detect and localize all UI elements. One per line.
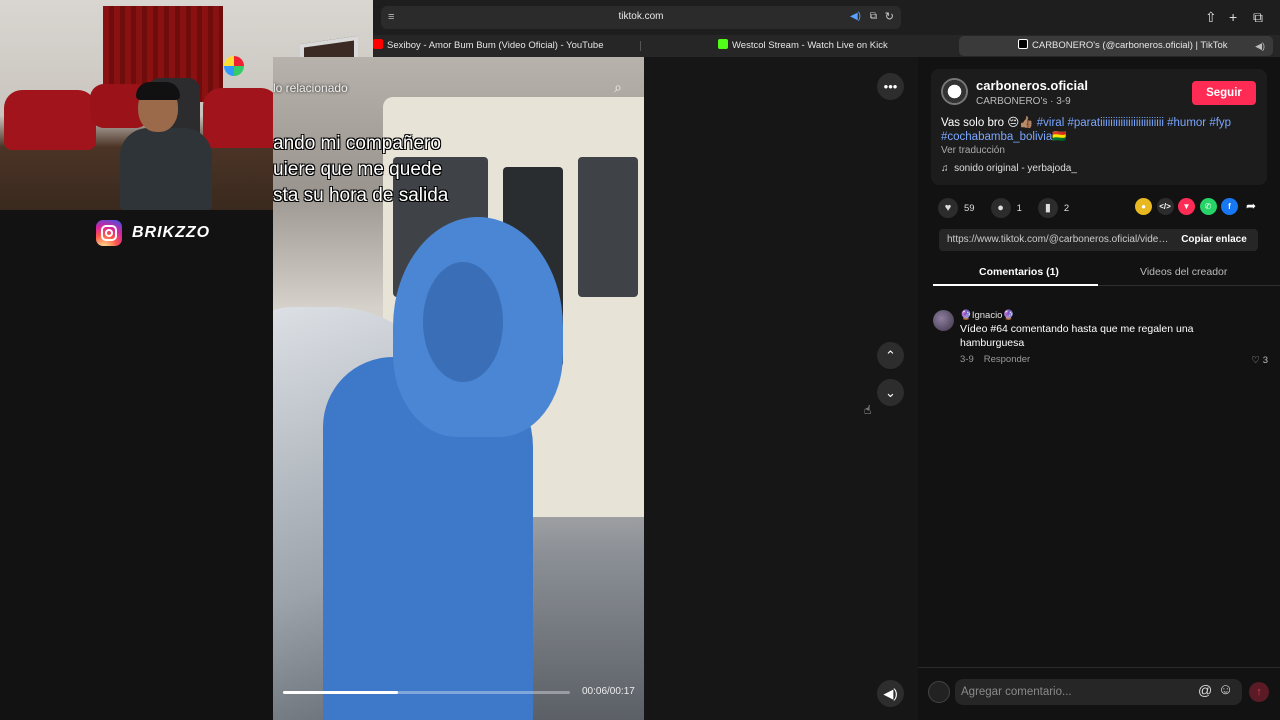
share-arrow-icon[interactable]: ➦ [1243,198,1260,215]
post-link[interactable]: https://www.tiktok.com/@carboneros.ofici… [947,234,1169,245]
tab-creator-videos[interactable]: Videos del creador [1140,266,1227,278]
caption-line: uiere que me quede [273,159,443,180]
video-player[interactable]: lo relacionado ⌕ ando mi compañero uiere… [273,57,644,720]
instagram-brand: BRIKZZO [96,219,210,247]
hashtags[interactable]: #viral #paratiiiiiiiiiiiiiiiiiiiiiiiii #… [1037,117,1231,129]
search-icon[interactable]: ⌕ [614,79,622,96]
sofa-left [4,90,96,150]
tab-tiktok[interactable]: CARBONERO's (@carboneros.oficial) | TikT… [959,36,1273,56]
post-description: Vas solo bro 😔👍🏽 #viral #paratiiiiiiiiii… [941,116,1261,144]
streamer [120,82,212,210]
creator-username[interactable]: carboneros.oficial [976,78,1088,93]
reload-icon[interactable]: ↻ [885,10,894,23]
sound-link[interactable]: ♫ sonido original - yerbajoda_ [941,163,1077,174]
instagram-icon [96,220,122,246]
tab-comments[interactable]: Comentarios (1) [979,266,1059,278]
sound-title: sonido original - yerbajoda_ [954,163,1077,174]
hashtags[interactable]: #cochabamba_bolivia🇧🇴 [941,131,1067,143]
more-options-button[interactable]: ••• [877,73,904,100]
video-time: 00:06/00:17 [582,686,635,697]
volume-button[interactable]: ◀) [877,680,904,707]
mouse-cursor: ☝ [864,403,872,417]
whatsapp-icon[interactable]: ✆ [1199,198,1217,215]
link-row: https://www.tiktok.com/@carboneros.ofici… [939,229,1258,251]
commenter-name[interactable]: 🔮Ignacio🔮 [960,310,1014,321]
tab-kick[interactable]: Westcol Stream - Watch Live on Kick [718,35,948,57]
follow-button[interactable]: Seguir [1192,81,1256,105]
comment-date: 3-9 [960,354,974,365]
bookmark-icon[interactable]: ▮ [1037,198,1058,218]
send-icon[interactable]: ▼ [1178,198,1195,215]
creator-subline: CARBONERO's · 3-9 [976,96,1071,107]
kick-icon [718,39,728,49]
tab-bar: Sexiboy - Amor Bum Bum (Video Oficial) -… [373,35,1280,57]
save-count: 2 [1063,202,1070,214]
next-video-button[interactable]: ⌄ [877,379,904,406]
translate-link[interactable]: Ver traducción [941,145,1005,156]
caption-line: ando mi compañero [273,133,441,154]
translate-icon[interactable]: ⧉ [870,11,877,22]
music-note-icon: ♫ [941,163,949,174]
comment-composer: @ ☺ ↑ [918,667,1280,720]
video-caption: ando mi compañero uiere que me quede sta… [273,131,644,209]
comment-like-count: 3 [1262,355,1268,366]
user-avatar [928,681,950,703]
address-bar[interactable]: ≡ tiktok.com ◀) ⧉ ↻ [381,6,901,29]
comment-icon[interactable]: ● [990,198,1011,218]
caption-line: sta su hora de salida [273,185,449,206]
comment-count: 1 [1016,202,1022,214]
sofa-right [203,88,279,148]
comment-item: 🔮Ignacio🔮 Vídeo #64 comentando hasta que… [933,308,1268,368]
comment-text: Vídeo #64 comentando hasta que me regale… [960,323,1194,349]
embed-icon[interactable]: </> [1156,198,1174,215]
active-tab-indicator [933,284,1098,286]
send-comment-button[interactable]: ↑ [1249,682,1269,702]
url-text: tiktok.com [618,11,664,22]
video-progress-bar[interactable] [283,691,570,694]
left-empty-area [0,210,273,720]
commenter-avatar[interactable] [933,310,954,331]
youtube-icon [373,39,383,49]
emoji-icon[interactable]: ☺ [1218,681,1233,698]
speaker-icon[interactable]: ◀) [850,11,861,22]
copy-link-button[interactable]: Copiar enlace [1170,229,1258,251]
post-card: carboneros.oficial CARBONERO's · 3-9 Seg… [931,69,1267,185]
browser-toolbar: ≡ tiktok.com ◀) ⧉ ↻ ⇧ + ⧉ [373,0,1280,35]
tab-youtube[interactable]: Sexiboy - Amor Bum Bum (Video Oficial) -… [373,35,638,57]
related-search-text: lo relacionado [273,81,348,95]
engagement-stats: ♥ 59 ● 1 ▮ 2 [938,198,1085,218]
screen: ≡ tiktok.com ◀) ⧉ ↻ ⇧ + ⧉ Sexiboy - Amor… [0,0,1280,720]
coin-icon[interactable]: ● [1135,198,1152,215]
heart-outline-icon: ♡ [1251,355,1261,366]
content-tabs: Comentarios (1) Videos del creador [933,260,1280,286]
comment-meta: 3-9 Responder [960,354,1030,365]
share-icon[interactable]: ⇧ [1205,8,1217,26]
tab-audio-icon[interactable]: ◀) [1255,36,1265,56]
colored-lamp [224,56,244,76]
tiktok-icon [1018,39,1028,49]
details-panel: carboneros.oficial CARBONERO's · 3-9 Seg… [918,57,1280,720]
previous-video-button[interactable]: ⌃ [877,342,904,369]
reply-button[interactable]: Responder [984,354,1030,365]
mention-icon[interactable]: @ [1198,682,1212,698]
tab-overview-icon[interactable]: ⧉ [1253,8,1263,26]
creator-avatar[interactable] [941,78,968,105]
like-count: 59 [964,202,975,214]
heart-icon[interactable]: ♥ [938,198,958,218]
comment-likes[interactable]: ♡ 3 [1252,355,1268,366]
facebook-icon[interactable]: f [1221,198,1238,215]
share-options: ● </> ▼ ✆ f ➦ [1135,198,1264,216]
new-tab-icon[interactable]: + [1229,8,1237,26]
description-text: Vas solo bro 😔👍🏽 [941,117,1034,129]
related-search[interactable]: lo relacionado ⌕ [273,75,644,103]
brand-handle: BRIKZZO [132,224,211,241]
video-progress-fill [283,691,398,694]
